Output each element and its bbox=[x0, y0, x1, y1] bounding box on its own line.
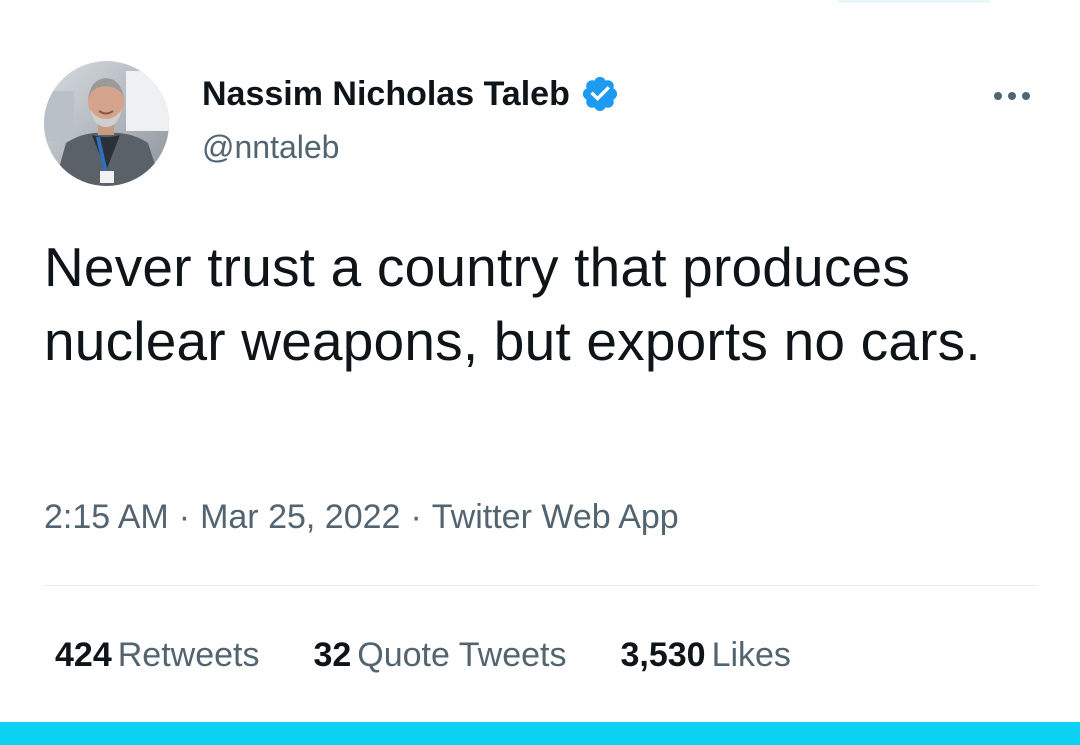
likes-count: 3,530 bbox=[620, 636, 706, 674]
more-options-icon[interactable] bbox=[990, 80, 1034, 112]
likes-label: Likes bbox=[711, 636, 791, 674]
likes-stat[interactable]: 3,530 Likes bbox=[620, 632, 790, 678]
quote-tweets-count: 32 bbox=[313, 636, 352, 674]
meta-separator: · bbox=[178, 498, 191, 536]
retweets-stat[interactable]: 424 Retweets bbox=[55, 632, 259, 678]
author-name[interactable]: Nassim Nicholas Taleb bbox=[202, 72, 620, 116]
quote-tweets-stat[interactable]: 32 Quote Tweets bbox=[313, 632, 566, 678]
tweet-source[interactable]: Twitter Web App bbox=[432, 498, 679, 536]
divider bbox=[44, 585, 1038, 586]
author-name-text: Nassim Nicholas Taleb bbox=[202, 75, 570, 113]
avatar-photo bbox=[44, 61, 169, 186]
author-handle[interactable]: @nntaleb bbox=[202, 126, 339, 168]
quote-tweets-label: Quote Tweets bbox=[357, 636, 567, 674]
meta-separator: · bbox=[410, 498, 422, 536]
retweets-count: 424 bbox=[55, 636, 112, 674]
tweet-meta: 2:15 AM · Mar 25, 2022 · Twitter Web App bbox=[44, 494, 679, 540]
top-highlight-bar bbox=[838, 0, 990, 3]
tweet-text: Never trust a country that produces nucl… bbox=[44, 236, 981, 372]
tweet-date[interactable]: Mar 25, 2022 bbox=[200, 498, 400, 536]
tweet-card: Nassim Nicholas Taleb @nntaleb Never tru… bbox=[0, 0, 1080, 745]
retweets-label: Retweets bbox=[117, 636, 260, 674]
author-avatar[interactable] bbox=[44, 61, 169, 186]
verified-badge-icon bbox=[580, 74, 620, 114]
tweet-time[interactable]: 2:15 AM bbox=[44, 498, 169, 536]
bottom-accent-bar bbox=[0, 722, 1080, 745]
tweet-stats: 424 Retweets 32 Quote Tweets 3,530 Likes bbox=[55, 632, 845, 678]
